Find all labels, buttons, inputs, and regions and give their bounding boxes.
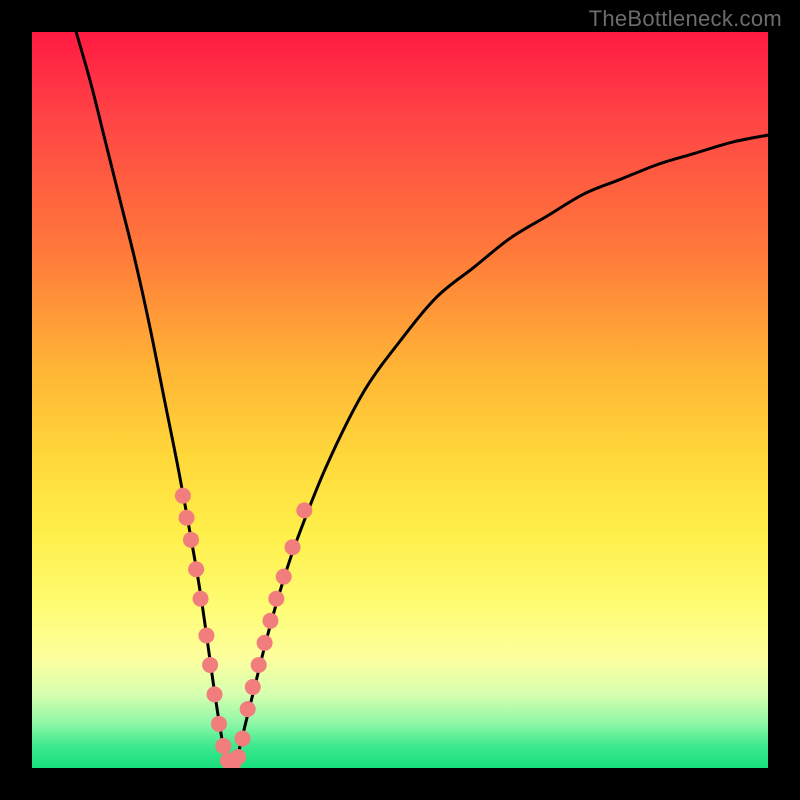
data-marker (257, 635, 273, 651)
data-marker (175, 488, 191, 504)
data-marker (268, 591, 284, 607)
data-marker (240, 701, 256, 717)
data-marker (296, 502, 312, 518)
data-marker (245, 679, 261, 695)
bottleneck-curve (76, 32, 768, 768)
data-marker (188, 561, 204, 577)
data-marker (285, 539, 301, 555)
data-marker (251, 657, 267, 673)
data-marker (207, 686, 223, 702)
data-marker (183, 532, 199, 548)
data-marker (235, 731, 251, 747)
data-marker (211, 716, 227, 732)
data-marker (276, 569, 292, 585)
data-marker (193, 591, 209, 607)
bottleneck-curve-svg (32, 32, 768, 768)
data-marker (215, 738, 231, 754)
data-marker (198, 628, 214, 644)
watermark-text: TheBottleneck.com (589, 6, 782, 32)
data-marker (230, 749, 246, 765)
data-marker (179, 510, 195, 526)
chart-frame: TheBottleneck.com (0, 0, 800, 800)
data-marker (202, 657, 218, 673)
data-marker (262, 613, 278, 629)
plot-area (32, 32, 768, 768)
